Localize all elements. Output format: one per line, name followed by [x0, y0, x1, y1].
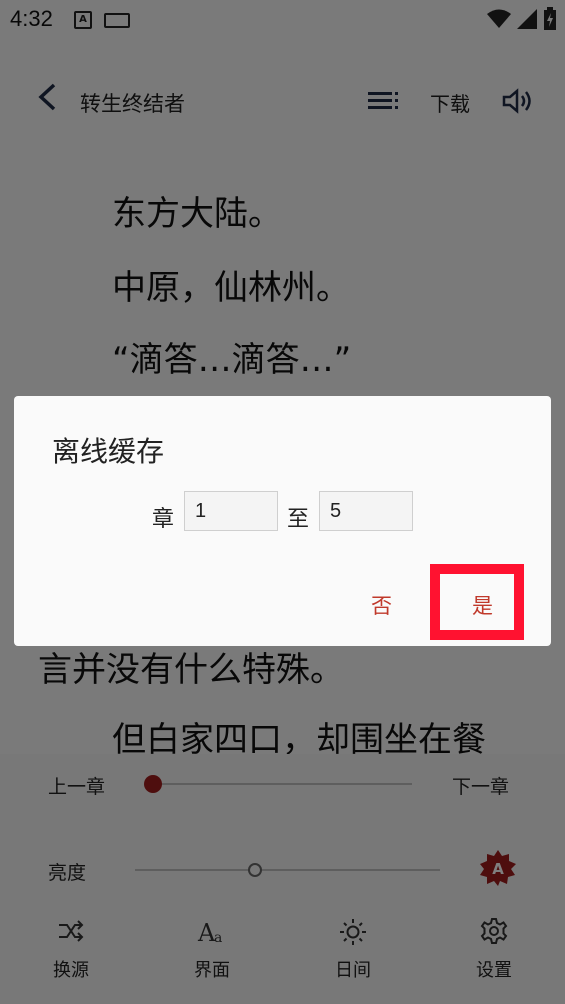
no-button[interactable]: 否 [371, 590, 392, 620]
chapter-to-label: 至 [287, 507, 310, 532]
highlight-box [430, 564, 524, 640]
chapter-from-label: 章 [152, 507, 175, 532]
dialog-title: 离线缓存 [52, 435, 165, 468]
chapter-from-input[interactable] [184, 491, 278, 531]
chapter-to-input[interactable] [319, 491, 413, 531]
